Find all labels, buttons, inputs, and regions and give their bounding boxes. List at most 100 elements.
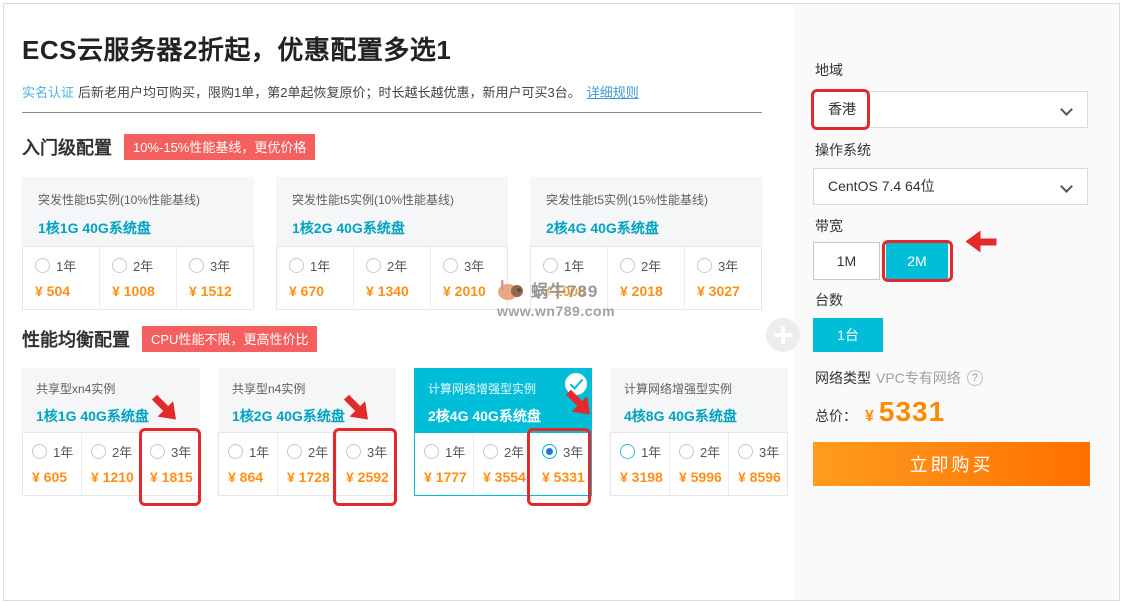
plan-card-n4-1c2g[interactable]: 共享型n4实例 1核2G 40G系统盘 1年 ¥ 864 2年 ¥ 1728 3… (218, 368, 396, 496)
count-option-1-selected[interactable]: 1台 (813, 318, 883, 352)
radio-icon[interactable] (424, 444, 439, 459)
network-type-row: 网络类型 VPC专有网络 ? (815, 368, 983, 388)
radio-icon-selected[interactable] (542, 444, 557, 459)
plan-card-t5-1c1g[interactable]: 突发性能t5实例(10%性能基线) 1核1G 40G系统盘 1年 ¥ 504 2… (22, 177, 254, 310)
price: ¥ 3027 (697, 283, 761, 299)
radio-icon[interactable] (483, 444, 498, 459)
plan-type: 计算网络增强型实例 (428, 380, 578, 397)
term-option-2y[interactable]: 2年 ¥ 1210 (81, 433, 140, 495)
bandwidth-option-1m[interactable]: 1M (813, 242, 880, 280)
radio-icon[interactable] (150, 444, 165, 459)
plan-card-network-enhanced-4c8g[interactable]: 计算网络增强型实例 4核8G 40G系统盘 1年 ¥ 3198 2年 ¥ 599… (610, 368, 788, 496)
expand-toggle-button[interactable] (766, 318, 800, 352)
term-option-2y[interactable]: 2年 ¥ 3554 (473, 433, 532, 495)
price: ¥ 1728 (287, 469, 336, 485)
plan-spec: 2核4G 40G系统盘 (428, 406, 578, 426)
os-select[interactable]: CentOS 7.4 64位 (813, 168, 1088, 205)
plan-type: 共享型n4实例 (232, 380, 382, 397)
term-option-2y[interactable]: 2年 ¥ 1008 (99, 247, 176, 309)
term-option-3y[interactable]: 3年 ¥ 1815 (140, 433, 199, 495)
detail-rules-link[interactable]: 详细规则 (587, 85, 639, 100)
radio-icon[interactable] (697, 258, 712, 273)
radio-icon[interactable] (366, 258, 381, 273)
bandwidth-option-2m-selected[interactable]: 2M (886, 242, 948, 280)
radio-icon[interactable] (91, 444, 106, 459)
radio-icon[interactable] (543, 258, 558, 273)
help-icon[interactable]: ? (967, 370, 983, 386)
term-option-2y[interactable]: 2年 ¥ 2018 (607, 247, 684, 309)
total-price: 5331 (879, 396, 945, 428)
term-option-1y[interactable]: 1年 ¥ 1009 (531, 247, 607, 309)
plan-card-t5-2c4g[interactable]: 突发性能t5实例(15%性能基线) 2核4G 40G系统盘 1年 ¥ 1009 … (530, 177, 762, 310)
plan-spec: 1核1G 40G系统盘 (36, 406, 186, 426)
price: ¥ 3198 (620, 469, 669, 485)
radio-icon[interactable] (189, 258, 204, 273)
section-badge: 10%-15%性能基线，更优价格 (124, 134, 315, 160)
term-option-3y[interactable]: 3年 ¥ 1512 (176, 247, 253, 309)
price: ¥ 3554 (483, 469, 532, 485)
price: ¥ 1815 (150, 469, 199, 485)
term-option-3y[interactable]: 3年 ¥ 2010 (430, 247, 507, 309)
price: ¥ 1340 (366, 283, 430, 299)
price: ¥ 1777 (424, 469, 473, 485)
term-option-1y[interactable]: 1年 ¥ 605 (23, 433, 81, 495)
term-option-1y[interactable]: 1年 ¥ 670 (277, 247, 353, 309)
term-option-2y[interactable]: 2年 ¥ 1728 (277, 433, 336, 495)
radio-icon[interactable] (287, 444, 302, 459)
price: ¥ 5996 (679, 469, 728, 485)
plan-card-network-enhanced-2c4g-selected[interactable]: 计算网络增强型实例 2核4G 40G系统盘 1年 ¥ 1777 2年 ¥ 355… (414, 368, 592, 496)
plan-type: 突发性能t5实例(10%性能基线) (38, 191, 240, 208)
term-option-3y[interactable]: 3年 ¥ 8596 (728, 433, 787, 495)
buy-now-button[interactable]: 立即购买 (813, 442, 1090, 486)
term-option-1y[interactable]: 1年 ¥ 504 (23, 247, 99, 309)
chevron-down-icon (1060, 180, 1073, 193)
plan-spec: 4核8G 40G系统盘 (624, 406, 774, 426)
radio-icon[interactable] (443, 258, 458, 273)
ecs-promo-page: ECS云服务器2折起，优惠配置多选1 实名认证后新老用户均可购买，限购1单，第2… (0, 0, 1122, 603)
plan-spec: 1核2G 40G系统盘 (232, 406, 382, 426)
term-option-1y[interactable]: 1年 ¥ 1777 (415, 433, 473, 495)
plan-card-xn4-1c1g[interactable]: 共享型xn4实例 1核1G 40G系统盘 1年 ¥ 605 2年 ¥ 1210 … (22, 368, 200, 496)
radio-icon[interactable] (228, 444, 243, 459)
price: ¥ 504 (35, 283, 99, 299)
radio-icon[interactable] (346, 444, 361, 459)
plan-spec: 1核1G 40G系统盘 (38, 218, 240, 238)
price: ¥ 2010 (443, 283, 507, 299)
subtitle-text: 后新老用户均可购买，限购1单，第2单起恢复原价；时长越长越优惠，新用户可买3台。 (78, 85, 581, 100)
term-option-3y-selected[interactable]: 3年 ¥ 5331 (532, 433, 591, 495)
radio-icon-hover[interactable] (620, 444, 635, 459)
radio-icon[interactable] (738, 444, 753, 459)
radio-icon[interactable] (35, 258, 50, 273)
price: ¥ 8596 (738, 469, 787, 485)
term-option-1y[interactable]: 1年 ¥ 864 (219, 433, 277, 495)
os-value: CentOS 7.4 64位 (828, 178, 935, 194)
realname-verify-link[interactable]: 实名认证 (22, 85, 74, 100)
radio-icon[interactable] (679, 444, 694, 459)
price: ¥ 5331 (542, 469, 591, 485)
term-option-2y[interactable]: 2年 ¥ 1340 (353, 247, 430, 309)
section-title: 入门级配置 (22, 134, 112, 160)
plan-card-t5-1c2g[interactable]: 突发性能t5实例(10%性能基线) 1核2G 40G系统盘 1年 ¥ 670 2… (276, 177, 508, 310)
region-select[interactable]: 香港 (813, 91, 1088, 128)
page-subtitle: 实名认证后新老用户均可购买，限购1单，第2单起恢复原价；时长越长越优惠，新用户可… (22, 82, 639, 101)
plus-icon (781, 326, 785, 344)
region-value: 香港 (828, 101, 856, 117)
plan-spec: 1核2G 40G系统盘 (292, 218, 494, 238)
radio-icon[interactable] (620, 258, 635, 273)
total-label: 总价： (815, 406, 857, 426)
plan-spec: 2核4G 40G系统盘 (546, 218, 748, 238)
price: ¥ 864 (228, 469, 277, 485)
plan-type: 突发性能t5实例(10%性能基线) (292, 191, 494, 208)
radio-icon[interactable] (289, 258, 304, 273)
os-label: 操作系统 (815, 140, 871, 160)
page-title: ECS云服务器2折起，优惠配置多选1 (22, 30, 451, 67)
term-option-1y[interactable]: 1年 ¥ 3198 (611, 433, 669, 495)
price: ¥ 1008 (112, 283, 176, 299)
radio-icon[interactable] (112, 258, 127, 273)
radio-icon[interactable] (32, 444, 47, 459)
term-option-2y[interactable]: 2年 ¥ 5996 (669, 433, 728, 495)
plan-type: 突发性能t5实例(15%性能基线) (546, 191, 748, 208)
term-option-3y[interactable]: 3年 ¥ 3027 (684, 247, 761, 309)
term-option-3y[interactable]: 3年 ¥ 2592 (336, 433, 395, 495)
region-label: 地域 (815, 60, 843, 80)
